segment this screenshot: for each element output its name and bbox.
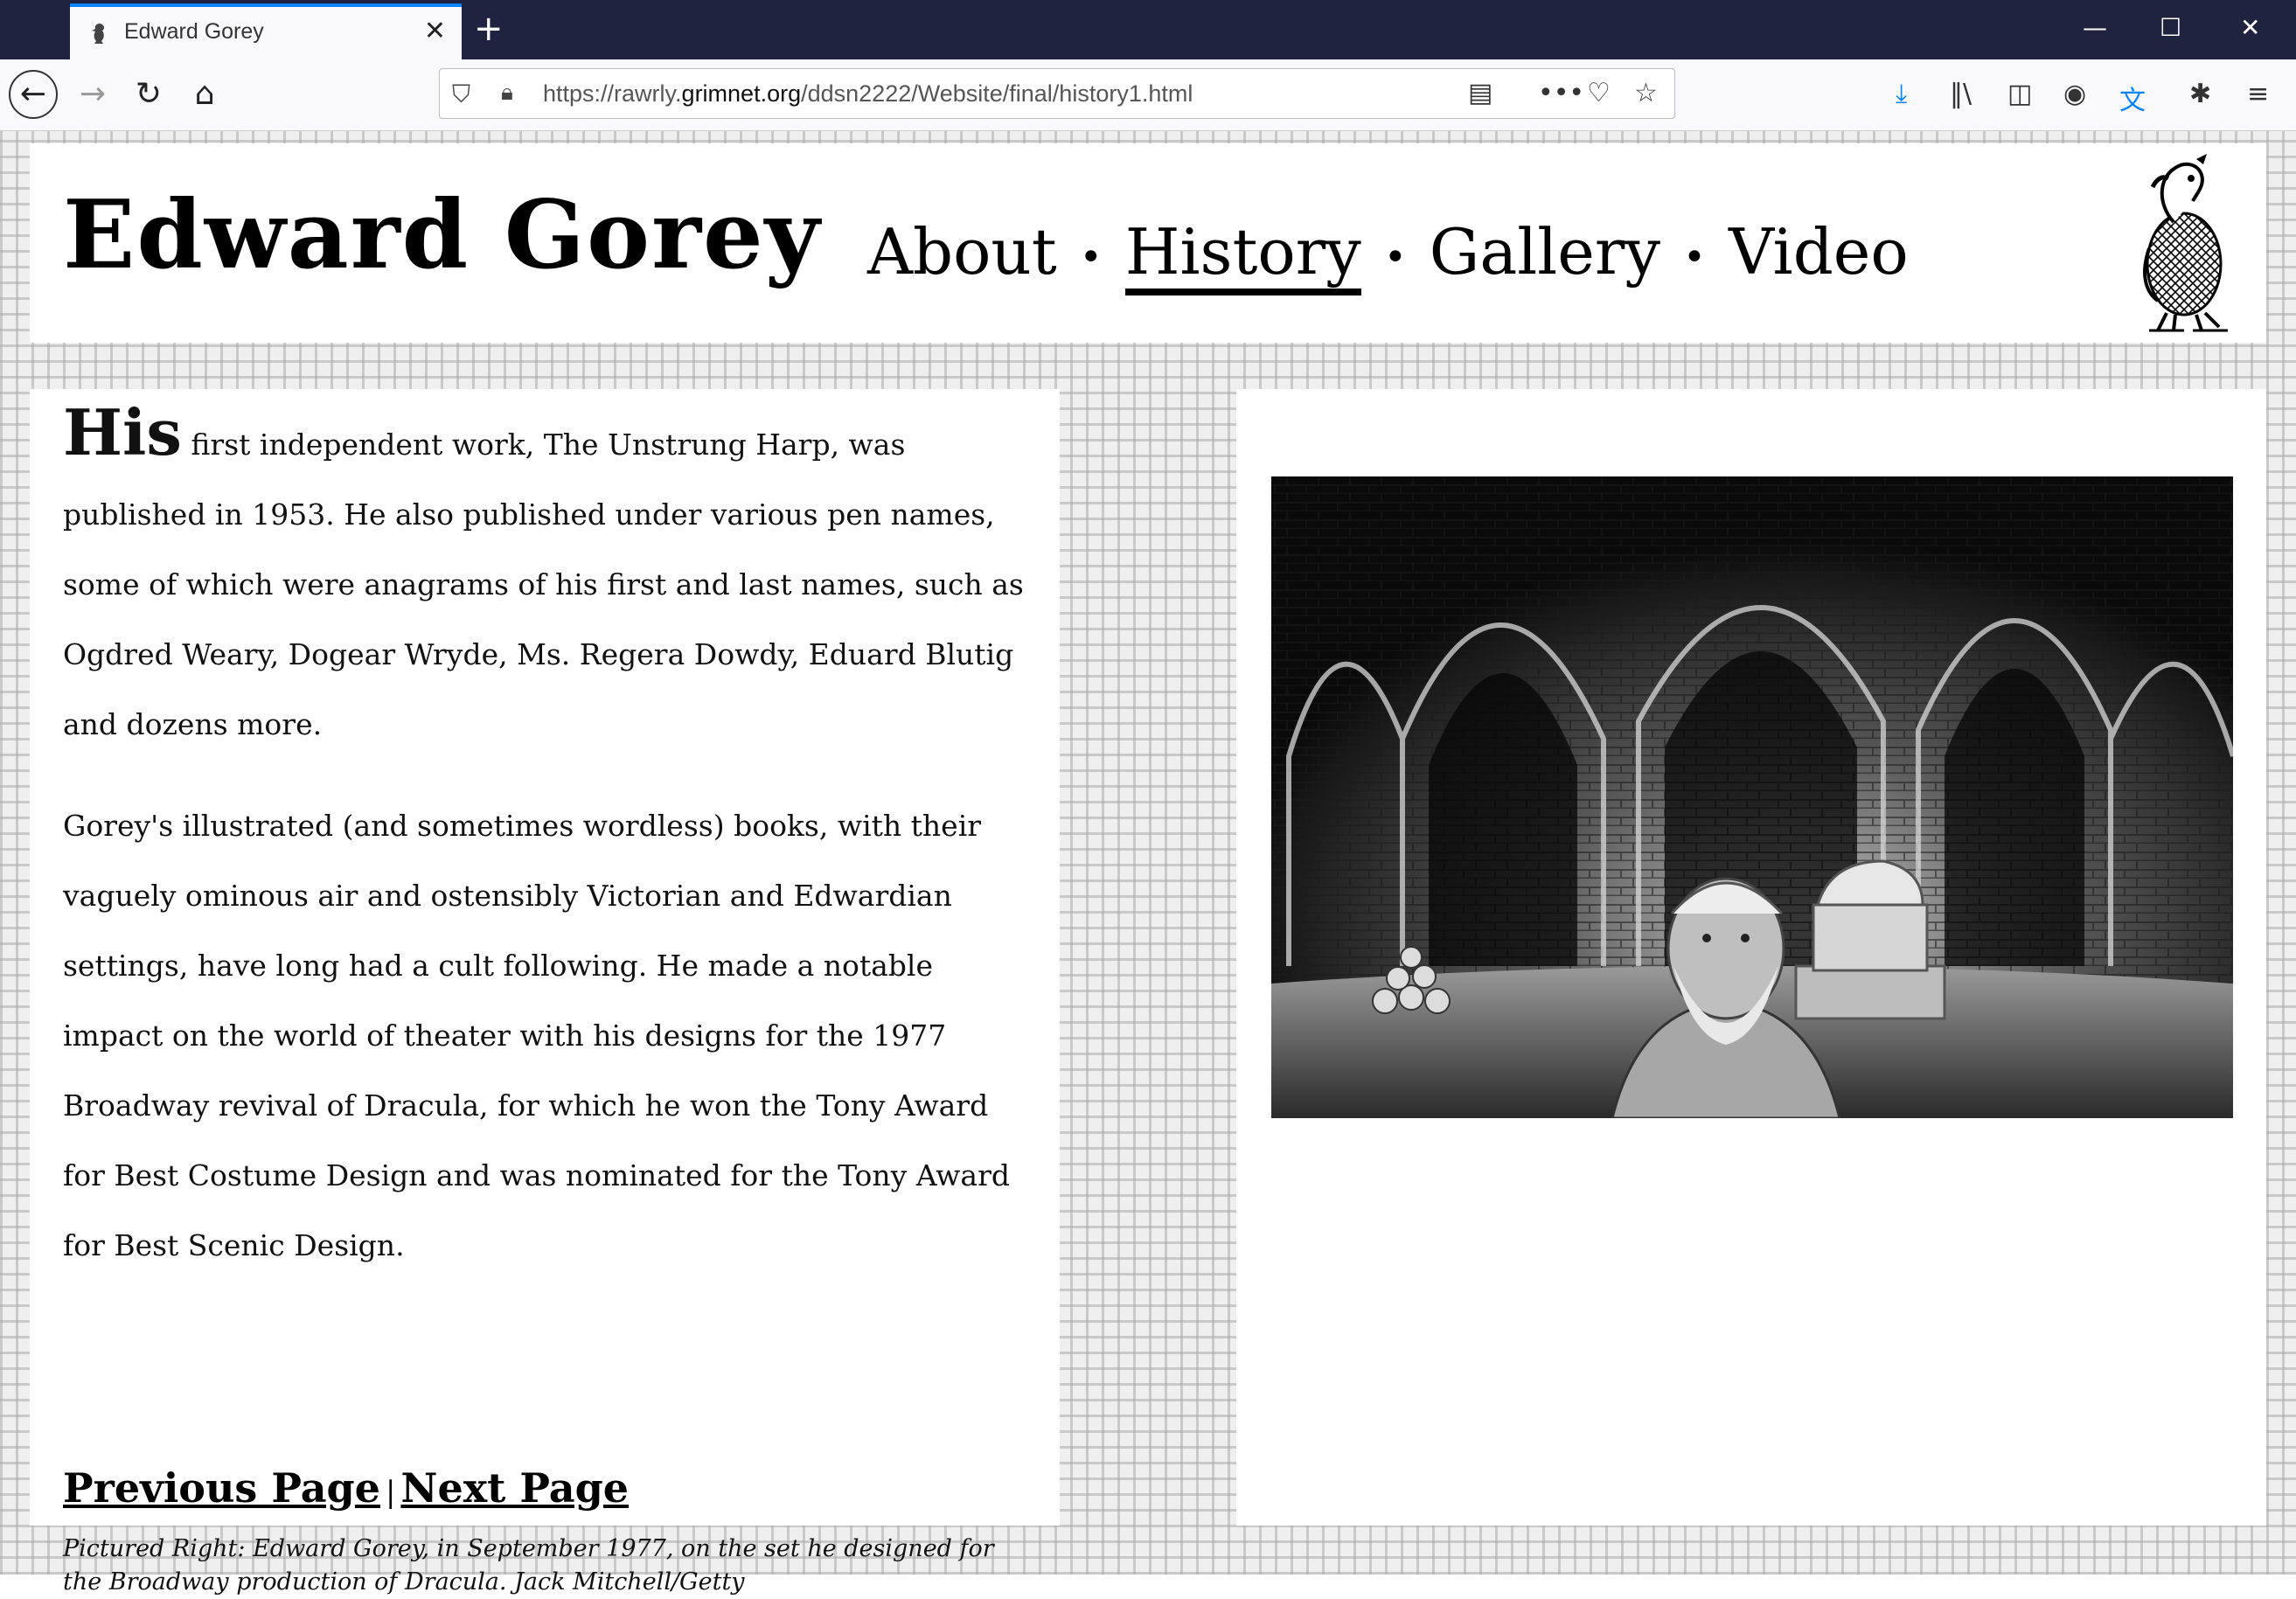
nav-video[interactable]: Video [1729, 215, 1909, 289]
forward-icon[interactable]: → [68, 70, 117, 119]
pager-divider: | [385, 1475, 396, 1510]
back-icon[interactable]: ← [9, 70, 58, 119]
shield-icon[interactable]: ⛉ [452, 80, 470, 109]
nav-history[interactable]: History [1124, 215, 1361, 295]
lock-icon[interactable]: 🔒︎ [501, 80, 513, 107]
drop-word: His [63, 395, 182, 469]
paragraph-2: Gorey's illustrated (and sometimes wordl… [63, 809, 1010, 1262]
reload-icon[interactable]: ↻ [124, 70, 173, 119]
next-page-link[interactable]: Next Page [400, 1464, 629, 1512]
tab-close-icon[interactable]: ✕ [424, 16, 446, 46]
extensions-icon[interactable]: ✱ [2189, 79, 2211, 109]
site-header: Edward Gorey About • History • Gallery • Video [30, 143, 2266, 343]
nav-separator: • [1079, 234, 1103, 280]
browser-tab[interactable]: Edward Gorey ✕ [70, 3, 462, 59]
text-panel: His first independent work, The Unstrung… [30, 389, 1060, 1596]
page-background: Edward Gorey About • History • Gallery • Video… [0, 131, 2296, 1596]
paragraph-1-text: first independent work, The Unstrung Har… [63, 428, 1024, 741]
site-title: Edward Gorey [63, 180, 822, 290]
main-nav: About • History • Gallery • Video [867, 215, 1909, 295]
more-actions-icon[interactable]: ••• [1538, 78, 1584, 108]
gorey-creature-logo [2143, 154, 2228, 332]
bookmark-star-icon[interactable]: ☆ [1634, 78, 1658, 108]
account-icon[interactable]: ◉ [2063, 79, 2086, 109]
tab-title: Edward Gorey [124, 19, 264, 44]
url-bar[interactable]: ⛉ 🔒︎ https://rawrly.grimnet.org/ddsn2222… [439, 68, 1675, 119]
window-close-icon[interactable]: ✕ [2240, 10, 2260, 45]
nav-separator: • [1683, 234, 1706, 280]
page-navigation: Previous Page | Next Page [63, 1464, 629, 1512]
maximize-icon[interactable]: ☐ [2160, 10, 2181, 45]
sidebar-icon[interactable]: ◫ [2007, 79, 2032, 109]
library-icon[interactable]: ‖\ [1950, 79, 1972, 109]
previous-page-link[interactable]: Previous Page [63, 1464, 380, 1512]
image-panel [1236, 389, 2266, 1526]
url-text[interactable]: https://rawrly.grimnet.org/ddsn2222/Webs… [543, 80, 1193, 108]
pocket-icon[interactable]: ♡ [1587, 78, 1611, 108]
favicon-icon [87, 21, 112, 45]
nav-separator: • [1383, 234, 1407, 280]
home-icon[interactable]: ⌂ [180, 70, 229, 119]
nav-about[interactable]: About [867, 215, 1057, 289]
photo-caption: Pictured Right: Edward Gorey, in Septemb… [63, 1535, 994, 1596]
download-icon[interactable]: ⤓ [1896, 79, 1907, 109]
navigation-toolbar: ← → ↻ ⌂ ⛉ 🔒︎ https://rawrly.grimnet.org/… [0, 59, 2296, 131]
reader-view-icon[interactable]: ▤ [1468, 78, 1492, 108]
new-tab-button[interactable]: + [474, 7, 504, 51]
menu-icon[interactable]: ≡ [2247, 79, 2269, 109]
nav-gallery[interactable]: Gallery [1430, 215, 1660, 289]
gorey-dracula-set-photo [1271, 476, 2233, 1118]
tab-strip: Edward Gorey ✕ + — ☐ ✕ [0, 0, 2296, 59]
translate-icon[interactable]: 文 [2119, 79, 2146, 117]
paragraph-1: His first independent work, The Unstrung… [63, 401, 1033, 760]
minimize-icon[interactable]: — [2083, 10, 2107, 45]
